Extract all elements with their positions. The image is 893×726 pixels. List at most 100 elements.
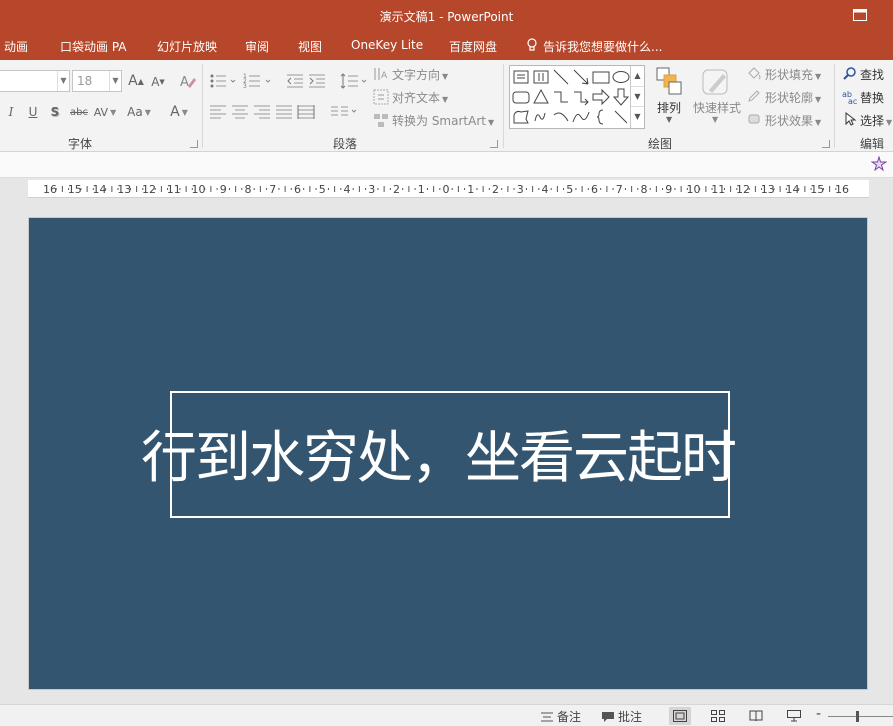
- freeform-shape-icon[interactable]: [511, 107, 531, 127]
- ruler-label: 14: [93, 183, 107, 196]
- text-direction-button[interactable]: 文字方向 ▼: [392, 66, 448, 83]
- align-left-icon[interactable]: [209, 104, 227, 120]
- align-text-button[interactable]: 对齐文本 ▼: [392, 89, 448, 106]
- select-button[interactable]: 选择 ▼: [860, 112, 892, 129]
- tab-review[interactable]: 审阅: [245, 38, 269, 55]
- down-arrow-shape-icon[interactable]: [611, 87, 631, 107]
- reading-view-button[interactable]: [745, 707, 767, 725]
- paragraph-dialog-launcher[interactable]: [490, 140, 498, 148]
- font-color-button[interactable]: A ▼: [166, 102, 192, 122]
- line-spacing-icon[interactable]: [340, 72, 368, 90]
- columns-icon[interactable]: [330, 104, 358, 120]
- zoom-slider-thumb[interactable]: [856, 711, 859, 722]
- right-arrow-shape-icon[interactable]: [591, 87, 611, 107]
- zoom-out-button[interactable]: -: [816, 706, 821, 722]
- shadow-button[interactable]: S: [48, 102, 62, 122]
- numbering-icon[interactable]: 123: [243, 72, 273, 90]
- drawing-dialog-launcher[interactable]: [822, 140, 830, 148]
- normal-view-button[interactable]: [669, 707, 691, 725]
- strikethrough-button[interactable]: abc: [68, 102, 90, 122]
- design-ideas-icon[interactable]: [871, 156, 887, 172]
- arc-shape-icon[interactable]: [551, 107, 571, 127]
- diagonal-line-shape-icon[interactable]: [611, 107, 631, 127]
- brace-shape-icon[interactable]: [591, 107, 611, 127]
- distributed-icon[interactable]: [297, 104, 315, 120]
- tab-baidu-netdisk[interactable]: 百度网盘: [449, 38, 497, 55]
- shrink-font-button[interactable]: A ▼: [149, 72, 167, 92]
- justify-icon[interactable]: [275, 104, 293, 120]
- align-right-icon[interactable]: [253, 104, 271, 120]
- replace-button[interactable]: 替换: [860, 89, 884, 106]
- slide[interactable]: 行到水穷处，坐看云起时: [28, 217, 868, 690]
- align-center-icon[interactable]: [231, 104, 249, 120]
- tab-animations[interactable]: 动画: [4, 38, 28, 55]
- arrange-button[interactable]: 排列: [657, 99, 681, 116]
- comment-icon: [602, 711, 614, 722]
- effects-icon[interactable]: [746, 111, 762, 127]
- scroll-up-icon[interactable]: ▲: [631, 66, 644, 87]
- tab-pocket-animation[interactable]: 口袋动画 PA: [60, 38, 127, 55]
- window-title: 演示文稿1 - PowerPoint: [379, 10, 514, 24]
- underline-button[interactable]: U: [26, 102, 40, 122]
- replace-icon[interactable]: abac: [842, 88, 858, 104]
- shape-fill-button[interactable]: 形状填充 ▼: [765, 66, 821, 83]
- ruler-label: 4: [542, 183, 549, 196]
- shapes-gallery[interactable]: ▲ ▼ ▼: [509, 65, 645, 129]
- notes-button[interactable]: 备注: [540, 708, 581, 725]
- elbow-arrow-shape-icon[interactable]: [571, 87, 591, 107]
- ruler-label: 0: [443, 183, 450, 196]
- slideshow-view-button[interactable]: [783, 707, 805, 725]
- font-name-combo[interactable]: ▼: [0, 70, 70, 92]
- pencil-icon[interactable]: [746, 88, 762, 104]
- character-spacing-button[interactable]: AV ▼: [92, 102, 118, 122]
- oval-shape-icon[interactable]: [611, 67, 631, 87]
- ribbon-display-icon[interactable]: [853, 9, 867, 21]
- cursor-icon[interactable]: [842, 111, 858, 127]
- tab-slideshow[interactable]: 幻灯片放映: [157, 38, 217, 55]
- normal-view-icon: [673, 710, 687, 722]
- align-text-icon[interactable]: [373, 88, 389, 106]
- shapes-gallery-scroll[interactable]: ▲ ▼ ▼: [630, 66, 644, 128]
- tab-view[interactable]: 视图: [298, 38, 322, 55]
- arrow-line-shape-icon[interactable]: [571, 67, 591, 87]
- quick-styles-button[interactable]: 快速样式: [693, 99, 741, 116]
- find-button[interactable]: 查找: [860, 66, 884, 83]
- bullets-icon[interactable]: [209, 72, 237, 90]
- rectangle-shape-icon[interactable]: [591, 67, 611, 87]
- quick-styles-icon[interactable]: [699, 66, 733, 98]
- rounded-rect-shape-icon[interactable]: [511, 87, 531, 107]
- arrange-icon[interactable]: [655, 66, 685, 98]
- increase-indent-icon[interactable]: [308, 72, 326, 90]
- text-box-shape-icon[interactable]: [511, 67, 531, 87]
- shape-effects-button[interactable]: 形状效果 ▼: [765, 112, 821, 129]
- tell-me-input[interactable]: 告诉我您想要做什么...: [543, 38, 662, 55]
- grow-font-button[interactable]: A ▲: [127, 70, 145, 92]
- clear-formatting-icon[interactable]: A: [178, 72, 196, 90]
- gallery-more-icon[interactable]: ▼: [631, 107, 644, 128]
- font-dialog-launcher[interactable]: [190, 140, 198, 148]
- paint-bucket-icon[interactable]: [746, 66, 762, 82]
- text-direction-icon[interactable]: A: [373, 66, 389, 84]
- shape-outline-button[interactable]: 形状轮廓 ▼: [765, 89, 821, 106]
- curve-shape-icon[interactable]: [571, 107, 591, 127]
- slide-text[interactable]: 行到水穷处，坐看云起时: [141, 424, 761, 494]
- italic-button[interactable]: I: [4, 102, 18, 122]
- font-size-combo[interactable]: 18 ▼: [72, 70, 122, 92]
- slide-sorter-button[interactable]: [707, 707, 729, 725]
- convert-smartart-button[interactable]: 转换为 SmartArt ▼: [392, 112, 494, 129]
- horizontal-ruler[interactable]: 16 15 14 13 12 11 10 9 8 7 6 5 4 3 2 1 0 1 2 3 4 5 6 7 8 9 10 11 12 1…: [28, 180, 869, 198]
- change-case-button[interactable]: Aa ▼: [124, 102, 154, 122]
- scroll-down-icon[interactable]: ▼: [631, 87, 644, 108]
- slide-sorter-icon: [711, 710, 725, 722]
- comments-button[interactable]: 批注: [601, 708, 642, 725]
- tab-onekey-lite[interactable]: OneKey Lite: [351, 38, 423, 52]
- triangle-shape-icon[interactable]: [531, 87, 551, 107]
- smartart-icon[interactable]: [373, 111, 389, 129]
- vertical-text-box-shape-icon[interactable]: [531, 67, 551, 87]
- scribble-shape-icon[interactable]: [531, 107, 551, 127]
- line-shape-icon[interactable]: [551, 67, 571, 87]
- elbow-connector-shape-icon[interactable]: [551, 87, 571, 107]
- search-icon[interactable]: [842, 66, 858, 82]
- decrease-indent-icon[interactable]: [286, 72, 304, 90]
- zoom-slider-track[interactable]: [828, 716, 893, 717]
